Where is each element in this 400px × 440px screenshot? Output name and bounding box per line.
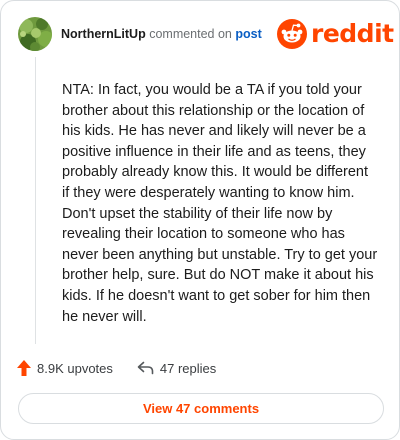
reddit-wordmark: reddit (311, 19, 394, 48)
avatar-image (18, 17, 52, 51)
thread-line[interactable] (35, 57, 36, 344)
reply-arrow-icon (137, 361, 154, 375)
upvote-count: 8.9K upvotes (37, 360, 113, 376)
comment-stats: 8.9K upvotes 47 replies (16, 358, 386, 378)
replies-button[interactable]: 47 replies (137, 361, 216, 376)
username-link[interactable]: NorthernLitUp (61, 27, 146, 41)
commented-on-label: commented on (149, 27, 232, 41)
upvote-button[interactable]: 8.9K upvotes (16, 359, 113, 377)
post-link[interactable]: post (235, 27, 261, 41)
comment-card: NorthernLitUp commented on post reddit N… (0, 0, 400, 440)
reddit-snoo-icon (277, 19, 307, 49)
upvote-arrow-icon (17, 360, 31, 376)
comment-body: NTA: In fact, you would be a TA if you t… (62, 82, 378, 325)
avatar[interactable] (18, 17, 52, 51)
view-comments-button[interactable]: View 47 comments (18, 393, 384, 424)
reddit-logo[interactable]: reddit (277, 19, 394, 49)
reply-count: 47 replies (159, 360, 217, 376)
comment-header: NorthernLitUp commented on post (61, 26, 262, 42)
